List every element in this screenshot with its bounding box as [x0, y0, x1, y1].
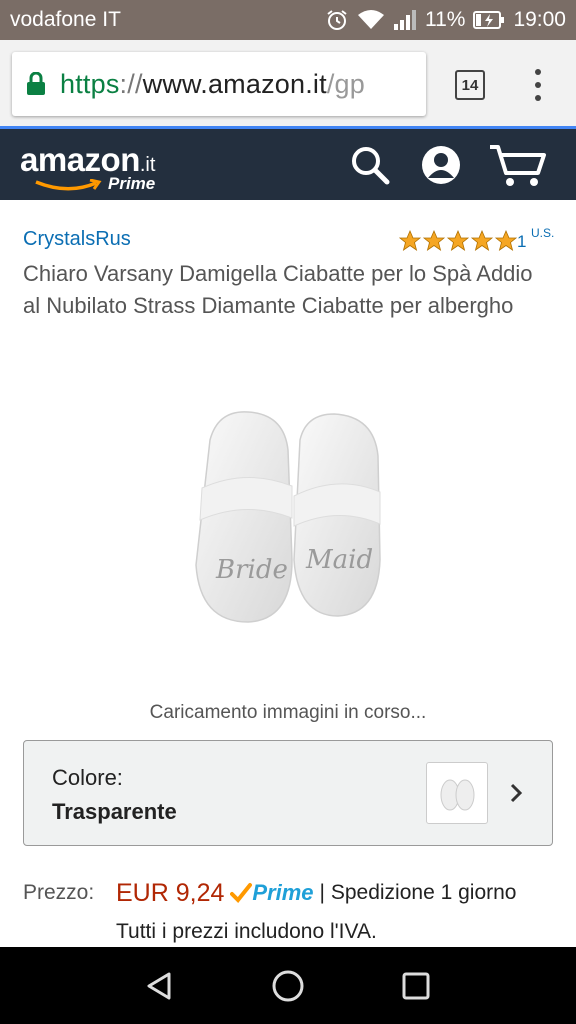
wifi-icon: [357, 9, 385, 31]
logo-tld: .it: [139, 154, 156, 176]
color-selector[interactable]: Colore: Trasparente: [23, 740, 553, 846]
rating-count[interactable]: 1: [517, 232, 526, 252]
chevron-right-icon: [508, 781, 524, 810]
url-bar[interactable]: https://www.amazon.it/gp: [12, 52, 426, 116]
shipping-info: | Spedizione 1 giorno: [319, 881, 517, 904]
account-icon[interactable]: [416, 129, 466, 200]
url-host: www.amazon.it: [142, 68, 327, 99]
color-value: Trasparente: [52, 799, 177, 824]
url-path: /gp: [326, 68, 365, 99]
clock: 19:00: [513, 8, 566, 31]
rating-country: U.S.: [531, 226, 555, 240]
brand-rating-row: CrystalsRus 1 U.S.: [23, 226, 555, 256]
prime-check-icon: [230, 883, 253, 903]
color-label: Colore:: [52, 765, 123, 790]
star-icons: [399, 230, 517, 251]
product-page: CrystalsRus 1 U.S. Chiaro Varsany Damige…: [0, 200, 576, 947]
url-scheme: https: [60, 68, 120, 99]
prime-badge: Prime: [230, 880, 314, 906]
svg-text:Bride: Bride: [215, 555, 288, 585]
price-row: Prezzo: EUR 9,24 Prime | Spedizione 1 gi…: [23, 876, 563, 910]
prime-text: Prime: [252, 880, 314, 905]
image-loading-text: Caricamento immagini in corso...: [149, 702, 427, 723]
battery-charging-icon: [473, 10, 505, 30]
status-bar: vodafone IT 11% 19:00: [0, 0, 576, 40]
logo-word: amazon: [20, 141, 140, 178]
cart-icon[interactable]: [486, 129, 550, 200]
browser-toolbar: https://www.amazon.it/gp 14: [0, 40, 576, 128]
carrier-label: vodafone IT: [10, 8, 121, 31]
overflow-menu-icon[interactable]: [526, 67, 550, 103]
brand-link[interactable]: CrystalsRus: [23, 228, 131, 251]
vat-notice: Tutti i prezzi includono l'IVA.: [116, 920, 377, 943]
battery-level: 11%: [424, 8, 466, 31]
system-nav-bar: [0, 947, 576, 1024]
smile-icon: [35, 179, 102, 191]
amazon-logo[interactable]: amazon.it Prime: [20, 141, 156, 193]
url-text: https://www.amazon.it/gp: [60, 69, 365, 100]
price-label: Prezzo:: [23, 881, 95, 904]
url-separator: ://: [119, 68, 143, 99]
logo-prime: Prime: [108, 174, 156, 193]
lock-icon: [12, 72, 60, 96]
color-thumbnail: [426, 762, 488, 824]
price-value: EUR 9,24: [116, 878, 225, 907]
home-icon[interactable]: [248, 947, 328, 1024]
tab-switcher-button[interactable]: 14: [455, 70, 485, 100]
signal-icon: [393, 9, 417, 31]
product-image[interactable]: Bride Maid: [188, 400, 388, 640]
recents-icon[interactable]: [376, 947, 456, 1024]
svg-text:Maid: Maid: [305, 545, 373, 575]
star-rating[interactable]: [399, 230, 517, 252]
alarm-icon: [325, 8, 349, 32]
amazon-header: amazon.it Prime: [0, 129, 576, 200]
product-title: Chiaro Varsany Damigella Ciabatte per lo…: [23, 261, 533, 318]
search-icon[interactable]: [346, 129, 394, 200]
back-icon[interactable]: [120, 947, 200, 1024]
